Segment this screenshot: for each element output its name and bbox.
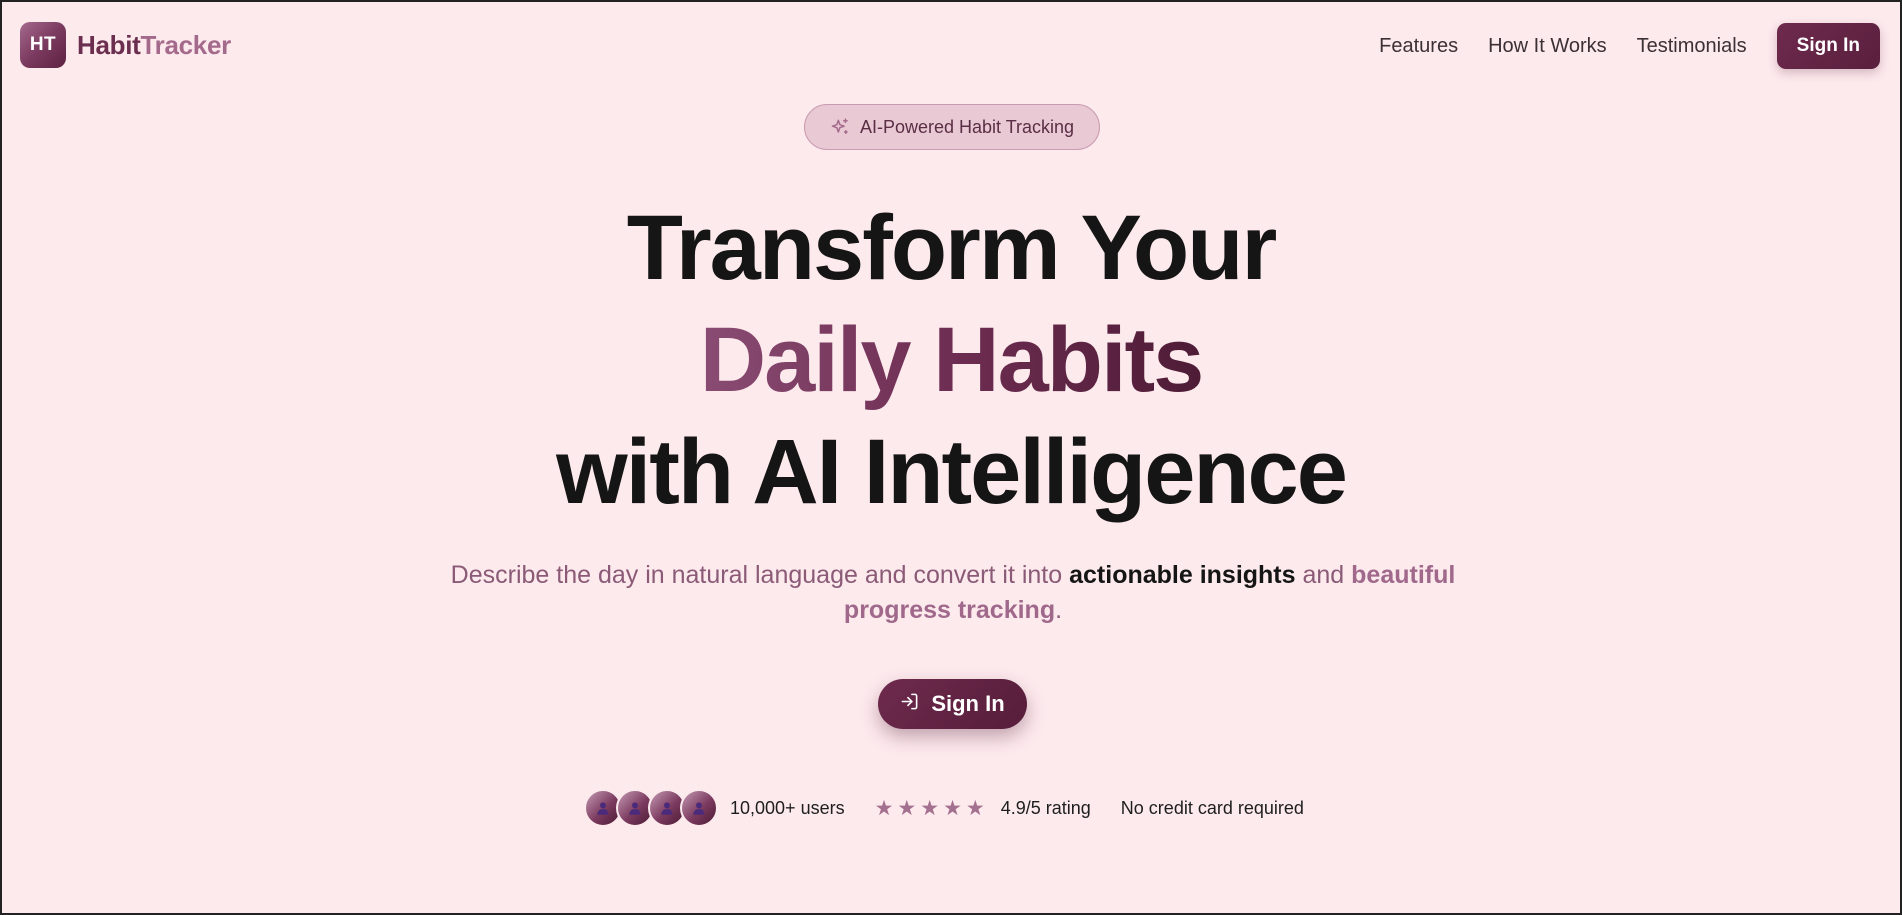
social-proof: 10,000+ users ★ ★ ★ ★ ★ 4.9/5 rating No … <box>584 789 1304 827</box>
user-icon <box>693 802 705 815</box>
user-avatars <box>584 789 718 827</box>
page: HT HabitTracker Features How It Works Te… <box>0 0 1902 915</box>
ai-badge: AI-Powered Habit Tracking <box>804 104 1100 150</box>
headline-line-1: Transform Your <box>626 197 1278 299</box>
hero-subtitle: Describe the day in natural language and… <box>402 558 1504 628</box>
no-credit-card-text: No credit card required <box>1120 797 1304 818</box>
logo-mark: HT <box>20 22 66 68</box>
hero-sign-in-button[interactable]: Sign In <box>878 679 1027 729</box>
rating-stars: ★ ★ ★ ★ ★ <box>875 796 989 821</box>
hero-sign-in-label: Sign In <box>931 691 1005 716</box>
rating-text: 4.9/5 rating <box>1000 797 1091 818</box>
nav-links: Features How It Works Testimonials Sign … <box>1379 23 1880 69</box>
ai-badge-label: AI-Powered Habit Tracking <box>859 116 1075 137</box>
subtitle-part-1: Describe the day in natural language and… <box>450 561 1070 589</box>
logo[interactable]: HT HabitTracker <box>20 22 231 68</box>
user-icon <box>629 802 641 815</box>
nav-sign-in-button[interactable]: Sign In <box>1776 23 1880 69</box>
subtitle-actionable-insights: actionable insights <box>1069 561 1296 589</box>
users-count: 10,000+ users <box>730 797 845 818</box>
logo-text-habit: Habit <box>77 29 141 60</box>
user-icon <box>597 802 609 815</box>
hero-headline: Transform Your Daily Habits with AI Inte… <box>2 192 1900 528</box>
sparkles-icon <box>830 117 850 137</box>
star-icon: ★ <box>897 796 917 820</box>
avatar <box>680 789 718 827</box>
star-icon: ★ <box>943 796 962 820</box>
star-icon: ★ <box>874 796 894 820</box>
subtitle-part-2: and <box>1295 561 1352 589</box>
nav-link-features[interactable]: Features <box>1379 35 1458 58</box>
star-icon: ★ <box>965 796 985 820</box>
sign-in-icon <box>900 691 919 717</box>
top-nav: HT HabitTracker Features How It Works Te… <box>2 2 1900 90</box>
nav-link-testimonials[interactable]: Testimonials <box>1637 35 1747 58</box>
logo-text: HabitTracker <box>77 30 231 61</box>
user-icon <box>661 802 673 815</box>
nav-link-how-it-works[interactable]: How It Works <box>1488 35 1607 58</box>
logo-text-tracker: Tracker <box>140 29 232 60</box>
subtitle-part-3: . <box>1055 596 1063 624</box>
headline-line-3: with AI Intelligence <box>556 421 1348 523</box>
star-icon: ★ <box>920 796 940 820</box>
headline-line-2: Daily Habits <box>699 309 1205 411</box>
